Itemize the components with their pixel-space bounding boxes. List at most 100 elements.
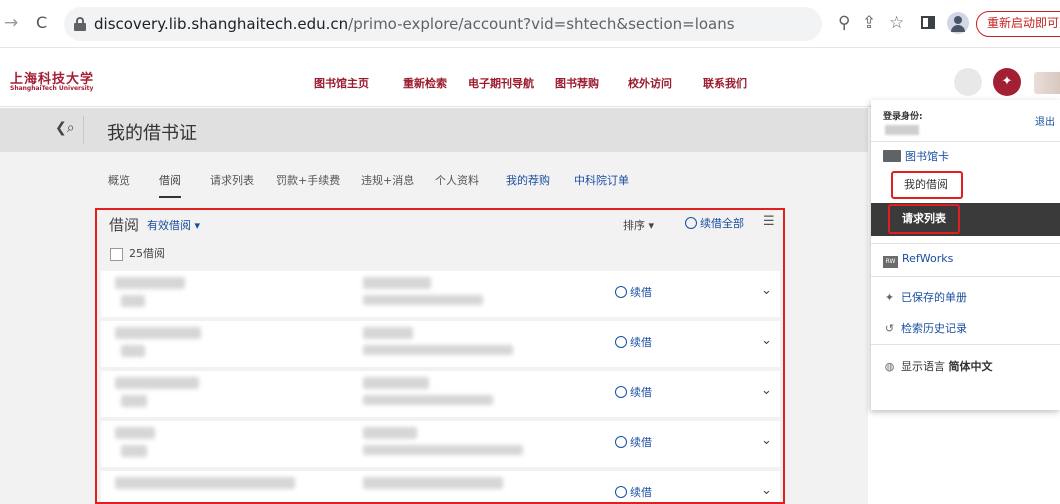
user-menu: 登录身份: 退出 图书馆卡 我的借阅 请求列表 RW RefWorks ✦ 已保存的… — [871, 100, 1060, 410]
pin-icon[interactable]: ✦ — [993, 68, 1021, 96]
redacted-subtitle — [121, 295, 145, 307]
nav-new-search[interactable]: 重新检索 — [403, 75, 447, 91]
menu-my-loans[interactable]: 我的借阅 — [891, 171, 963, 199]
select-all-checkbox[interactable] — [110, 247, 123, 261]
tab-blocks-messages[interactable]: 违规+消息 — [361, 172, 414, 188]
renew-button[interactable]: 续借 — [615, 434, 652, 450]
nav-contact[interactable]: 联系我们 — [703, 75, 747, 91]
restart-to-update-button[interactable]: 重新启动即可更 — [976, 11, 1060, 37]
loans-panel: 借阅 有效借阅 ▾ 排序 ▾ 续借全部 ☰ 25借阅 续借 ⌄ 续借 ⌄ 续借 — [95, 208, 785, 504]
loan-row[interactable]: 续借 ⌄ — [101, 371, 780, 417]
caret-down-icon: ▾ — [648, 219, 655, 232]
renew-all-label: 续借全部 — [700, 217, 744, 230]
sort-dropdown[interactable]: 排序 ▾ — [623, 217, 654, 233]
redacted-subtitle — [121, 445, 147, 457]
expand-chevron-icon[interactable]: ⌄ — [761, 483, 772, 498]
tab-fines[interactable]: 罚款+手续费 — [276, 172, 340, 188]
renew-icon — [615, 436, 627, 448]
logo-english: ShanghaiTech University — [10, 85, 94, 92]
divider — [871, 276, 1060, 277]
redacted-due — [363, 277, 431, 289]
url-text[interactable]: discovery.lib.shanghaitech.edu.cn/primo-… — [94, 15, 735, 33]
renew-icon — [685, 217, 697, 229]
globe-icon: ◍ — [884, 360, 895, 373]
renew-all-button[interactable]: 续借全部 — [685, 215, 744, 231]
loan-row[interactable]: 续借 ⌄ — [101, 421, 780, 467]
renew-icon — [615, 336, 627, 348]
zoom-icon[interactable]: ⚲ — [838, 12, 850, 34]
tab-requests[interactable]: 请求列表 — [210, 172, 254, 188]
menu-search-history[interactable]: ↺ 检索历史记录 — [883, 320, 967, 336]
tab-overview[interactable]: 概览 — [108, 172, 130, 188]
nav-library-home[interactable]: 图书馆主页 — [314, 75, 369, 91]
account-content: 概览 借阅 请求列表 罚款+手续费 违规+消息 个人资料 我的荐购 中科院订单 … — [0, 152, 868, 504]
menu-requests-row[interactable]: 请求列表 — [871, 203, 1060, 236]
renew-button[interactable]: 续借 — [615, 284, 652, 300]
nav-ejournals[interactable]: 电子期刊导航 — [468, 75, 534, 91]
notification-icon[interactable] — [954, 68, 982, 96]
loan-count: 25借阅 — [129, 247, 165, 260]
redacted-due — [363, 477, 503, 489]
side-panel-icon[interactable] — [921, 16, 935, 29]
expand-chevron-icon[interactable]: ⌄ — [761, 433, 772, 448]
caret-down-icon: ▾ — [194, 219, 201, 232]
nav-off-campus[interactable]: 校外访问 — [628, 75, 672, 91]
divider — [871, 141, 1060, 142]
loan-row[interactable]: 续借 ⌄ — [101, 271, 780, 317]
tab-cas-orders[interactable]: 中科院订单 — [574, 172, 629, 188]
renew-icon — [615, 486, 627, 498]
page-title: 我的借书证 — [107, 123, 197, 144]
renew-icon — [615, 386, 627, 398]
redacted-title — [115, 377, 199, 389]
renew-button[interactable]: 续借 — [615, 334, 652, 350]
renew-icon — [615, 286, 627, 298]
renew-button[interactable]: 续借 — [615, 384, 652, 400]
history-icon: ↺ — [884, 322, 895, 335]
expand-chevron-icon[interactable]: ⌄ — [761, 333, 772, 348]
browser-toolbar: → C discovery.lib.shanghaitech.edu.cn/pr… — [0, 0, 1060, 48]
back-to-search-icon[interactable]: ❮⌕ — [55, 120, 75, 136]
nav-book-recommend[interactable]: 图书荐购 — [555, 75, 599, 91]
renew-label: 续借 — [630, 386, 652, 399]
redacted-username — [885, 125, 919, 135]
redacted-location — [363, 395, 493, 405]
bookmark-star-icon[interactable]: ☆ — [889, 12, 904, 34]
expand-chevron-icon[interactable]: ⌄ — [761, 283, 772, 298]
page-title-bar: ❮⌕ 我的借书证 — [0, 108, 868, 152]
menu-language[interactable]: ◍ 显示语言 简体中文 — [883, 358, 993, 374]
tab-personal-details[interactable]: 个人资料 — [435, 172, 479, 188]
redacted-subtitle — [121, 345, 145, 357]
tab-loans[interactable]: 借阅 — [159, 172, 181, 198]
profile-icon[interactable] — [947, 12, 969, 34]
language-value: 简体中文 — [948, 360, 993, 373]
refworks-icon: RW — [883, 256, 898, 268]
share-icon[interactable]: ⇪ — [862, 12, 876, 34]
loans-title: 借阅 — [109, 216, 140, 234]
renew-label: 续借 — [630, 436, 652, 449]
tab-my-recommendations[interactable]: 我的荐购 — [506, 172, 550, 188]
renew-button[interactable]: 续借 — [615, 484, 652, 500]
menu-saved-items[interactable]: ✦ 已保存的单册 — [883, 289, 967, 305]
library-card-label: 图书馆卡 — [905, 150, 949, 163]
loan-row[interactable]: 续借 ⌄ — [101, 321, 780, 367]
renew-label: 续借 — [630, 486, 652, 499]
saved-items-label: 已保存的单册 — [901, 291, 967, 304]
logout-link[interactable]: 退出 — [1035, 113, 1055, 128]
back-arrow-icon[interactable]: → — [4, 13, 18, 33]
address-bar[interactable]: discovery.lib.shanghaitech.edu.cn/primo-… — [64, 7, 822, 41]
url-host: discovery.lib.shanghaitech.edu.cn — [94, 15, 349, 33]
redacted-location — [363, 345, 513, 355]
refworks-label: RefWorks — [902, 252, 954, 265]
loan-row[interactable]: 续借 ⌄ — [101, 471, 780, 502]
divider — [871, 243, 1060, 244]
menu-refworks[interactable]: RW RefWorks — [883, 252, 953, 268]
menu-requests[interactable]: 请求列表 — [888, 204, 960, 234]
redacted-title — [115, 327, 201, 339]
loans-filter-dropdown[interactable]: 有效借阅 ▾ — [147, 217, 200, 233]
library-card-header[interactable]: 图书馆卡 — [883, 148, 949, 164]
divider — [83, 116, 84, 144]
reload-icon[interactable]: C — [36, 13, 47, 33]
expand-chevron-icon[interactable]: ⌄ — [761, 383, 772, 398]
list-density-icon[interactable]: ☰ — [763, 214, 775, 229]
avatar[interactable] — [1034, 72, 1060, 94]
